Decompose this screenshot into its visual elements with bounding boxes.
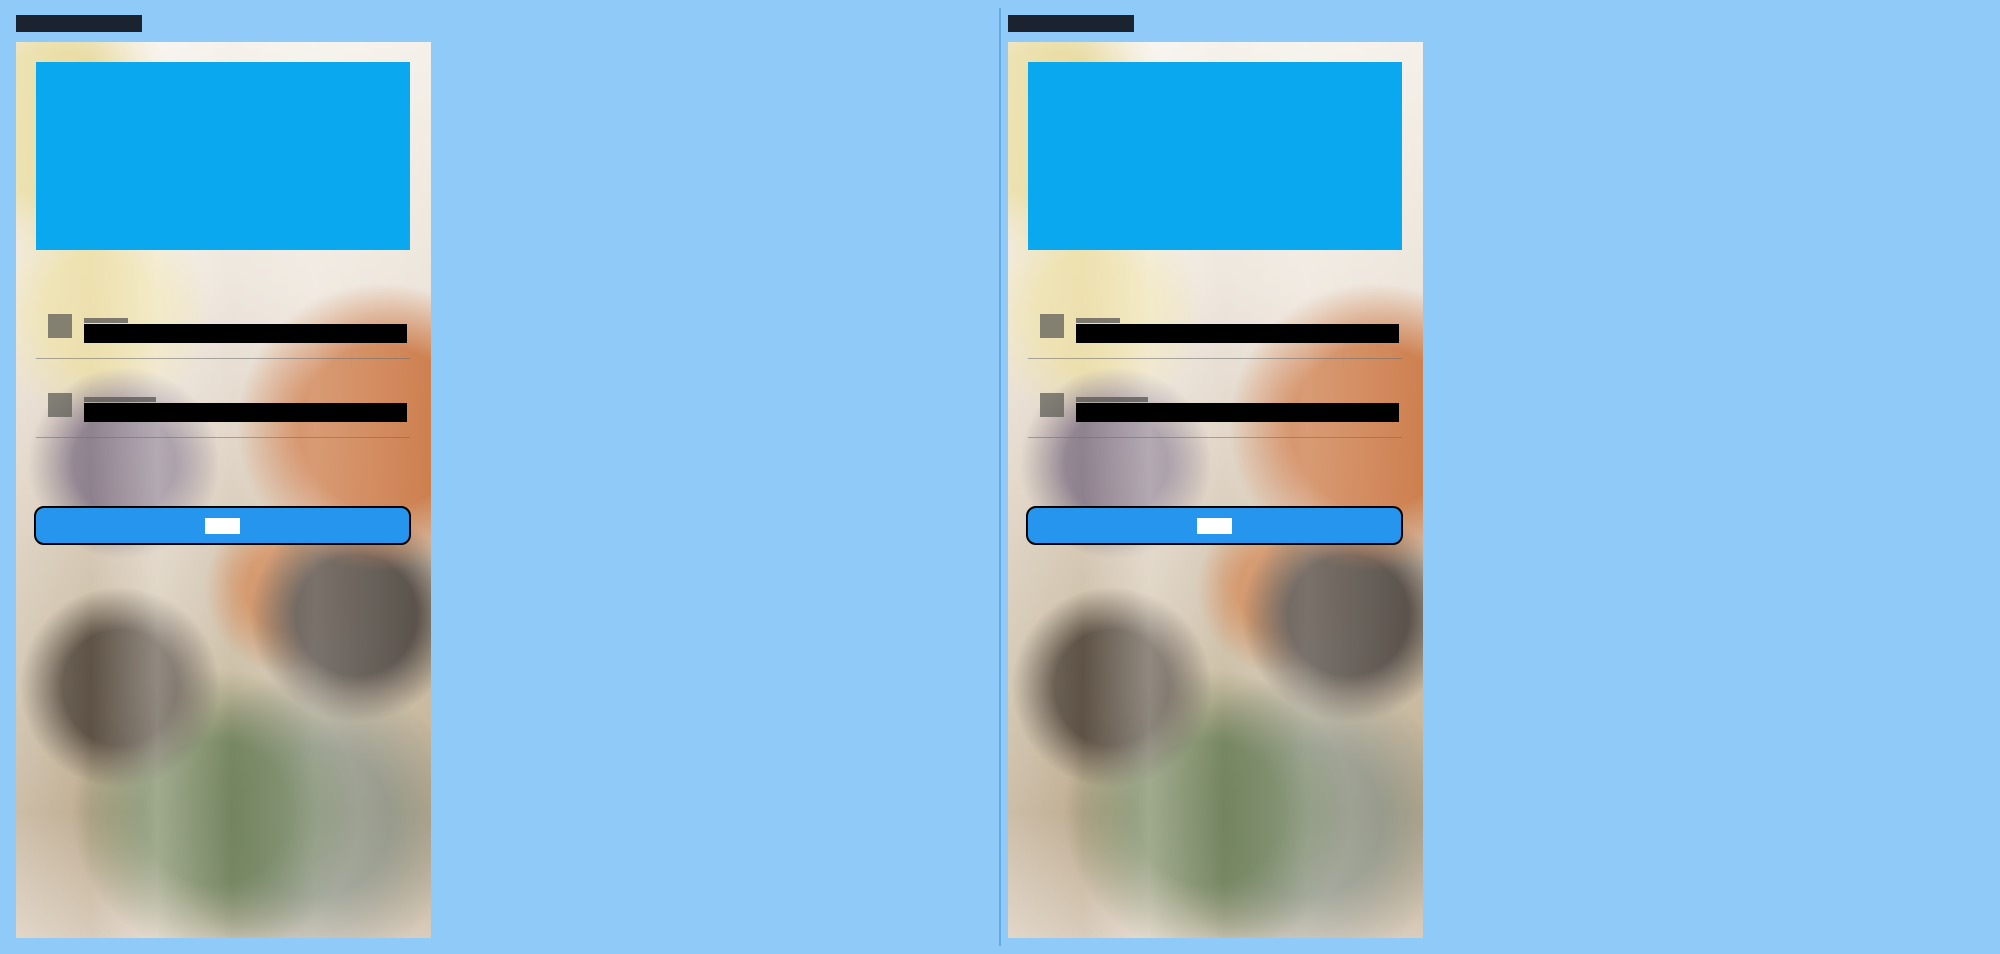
left-login-button-label [205, 517, 240, 534]
user-icon [48, 314, 72, 338]
right-login-screen [1008, 42, 1423, 938]
right-username-input[interactable] [1076, 324, 1399, 343]
user-icon [1040, 314, 1064, 338]
left-username-label [84, 318, 128, 323]
left-password-field[interactable] [36, 393, 410, 438]
screen-divider [999, 8, 1001, 946]
right-hero-banner [1028, 62, 1402, 250]
left-password-input[interactable] [84, 403, 407, 422]
left-username-field[interactable] [36, 314, 410, 359]
left-password-label [84, 397, 156, 402]
right-username-field[interactable] [1028, 314, 1402, 359]
right-login-button[interactable] [1026, 506, 1403, 545]
right-screen-title [1008, 15, 1134, 32]
left-login-button[interactable] [34, 506, 411, 545]
right-login-button-label [1197, 517, 1232, 534]
lock-icon [1040, 393, 1064, 417]
right-password-input[interactable] [1076, 403, 1399, 422]
left-login-screen [16, 42, 431, 938]
right-password-label [1076, 397, 1148, 402]
comparison-canvas [0, 0, 2000, 954]
left-hero-banner [36, 62, 410, 250]
right-password-field[interactable] [1028, 393, 1402, 438]
left-screen-title [16, 15, 142, 32]
left-username-input[interactable] [84, 324, 407, 343]
lock-icon [48, 393, 72, 417]
right-username-label [1076, 318, 1120, 323]
